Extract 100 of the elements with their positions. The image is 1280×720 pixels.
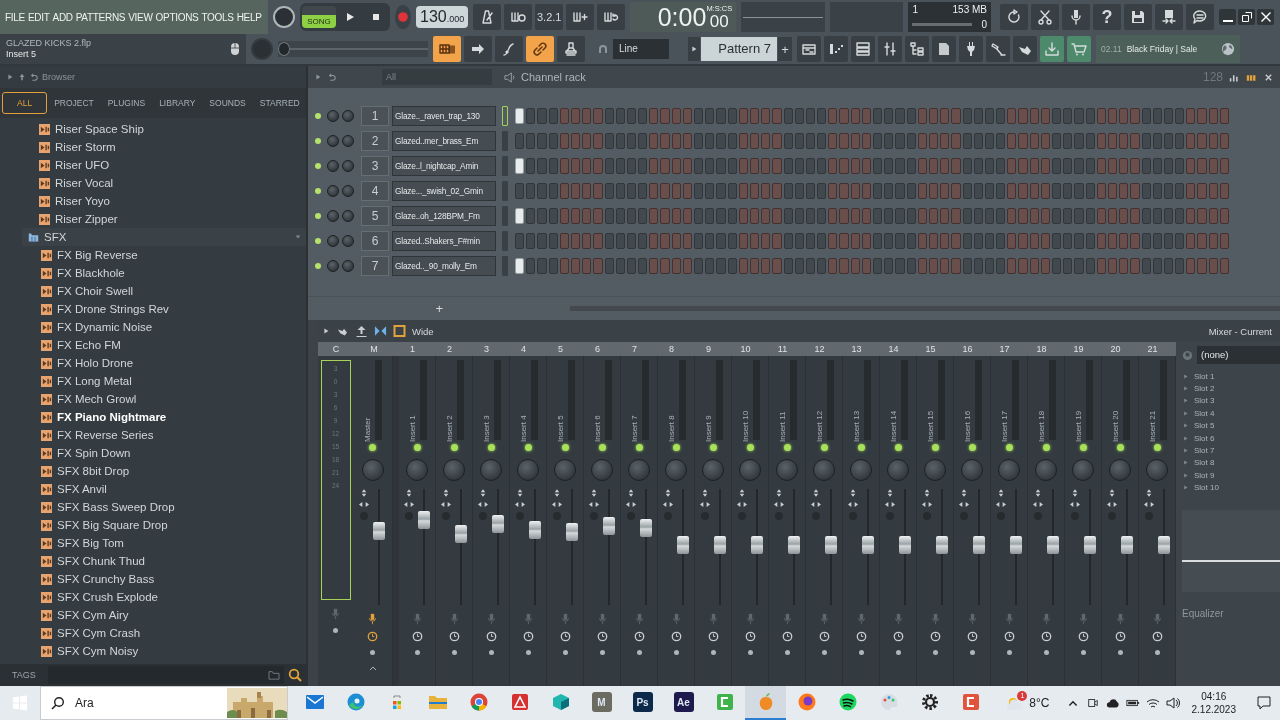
track-name[interactable]: Insert 19 — [1073, 372, 1083, 442]
browser-item[interactable]: Riser Yoyo — [0, 192, 306, 210]
mute-led[interactable] — [315, 238, 321, 244]
fader-thumb[interactable] — [861, 536, 874, 554]
mute-led[interactable] — [315, 113, 321, 119]
track-name[interactable]: Master — [363, 372, 372, 442]
channel-name-button[interactable]: Glazed..Shakers_F#min — [392, 231, 496, 251]
channel-number[interactable]: 2 — [361, 131, 389, 151]
fader-thumb[interactable] — [639, 519, 652, 537]
pattern-selector[interactable]: Pattern 7 — [701, 37, 777, 61]
track-enable-led[interactable] — [746, 444, 754, 451]
browser-item[interactable]: SFX 8bit Drop — [0, 462, 306, 480]
track-name[interactable]: Insert 15 — [925, 372, 935, 442]
fader-thumb[interactable] — [898, 536, 911, 554]
taskbar-app[interactable]: Ae — [663, 686, 704, 720]
toolbar-button[interactable] — [959, 36, 983, 62]
mixer-layout-label[interactable]: Wide — [412, 325, 434, 337]
browser-tab[interactable]: LIBRARY — [152, 92, 203, 114]
mute-led[interactable] — [315, 188, 321, 194]
routing-dropdown[interactable]: (none) — [1197, 346, 1280, 364]
mute-led[interactable] — [315, 213, 321, 219]
add-pattern-button[interactable]: + — [778, 37, 792, 61]
tempo-field[interactable]: 130.000 — [416, 6, 469, 28]
mute-led[interactable] — [315, 138, 321, 144]
effect-slot[interactable]: Slot 3 — [1182, 394, 1280, 408]
browser-item[interactable]: FX Piano Nightmare — [0, 408, 306, 426]
browser-item[interactable]: SFX Crunchy Bass — [0, 570, 306, 588]
channel-select-indicator[interactable] — [502, 106, 508, 126]
fader-thumb[interactable] — [528, 521, 541, 539]
browser-item[interactable]: FX Dynamic Noise — [0, 318, 306, 336]
track-name[interactable]: Insert 4 — [518, 372, 528, 442]
track-name[interactable]: Insert 3 — [481, 372, 491, 442]
track-name[interactable]: Insert 17 — [999, 372, 1009, 442]
track-name[interactable]: Insert 5 — [555, 372, 565, 442]
restore-button[interactable] — [1238, 9, 1255, 25]
toolbar-button[interactable] — [464, 36, 492, 62]
toolbar-button[interactable] — [495, 36, 523, 62]
toolbar-button[interactable] — [433, 36, 461, 62]
track-enable-led[interactable] — [894, 444, 902, 451]
track-enable-led[interactable] — [1005, 444, 1013, 451]
toolbar-button[interactable] — [797, 36, 821, 62]
track-enable-led[interactable] — [709, 444, 717, 451]
track-enable-led[interactable] — [524, 444, 532, 451]
browser-item[interactable]: FX Big Reverse — [0, 246, 306, 264]
effect-slot[interactable]: Slot 5 — [1182, 419, 1280, 432]
news-link[interactable]: Black Friday | Sale — [1126, 44, 1198, 54]
effect-slot[interactable]: Slot 10 — [1182, 481, 1280, 494]
fader-thumb[interactable] — [787, 536, 800, 554]
track-name[interactable]: Insert 10 — [740, 372, 750, 442]
effect-slot[interactable]: Slot 6 — [1182, 431, 1280, 445]
browser-tab[interactable]: PROJECT — [47, 92, 101, 114]
fader-thumb[interactable] — [602, 517, 615, 535]
browser-item[interactable]: SFX Big Tom — [0, 534, 306, 552]
fader-thumb[interactable] — [824, 536, 837, 554]
toolbar-button[interactable] — [473, 4, 502, 30]
fader-thumb[interactable] — [1009, 536, 1022, 554]
knob[interactable] — [273, 6, 295, 28]
browser-tab[interactable]: SOUNDS — [202, 92, 253, 114]
fader-thumb[interactable] — [676, 536, 689, 554]
fader-thumb[interactable] — [1120, 536, 1133, 554]
track-name[interactable]: Insert 7 — [629, 372, 639, 442]
track-name[interactable]: Insert 18 — [1036, 372, 1046, 442]
toolbar-button[interactable] — [1186, 4, 1214, 30]
track-enable-led[interactable] — [369, 444, 376, 451]
song-mode-toggle[interactable]: SONG — [302, 6, 336, 28]
track-enable-led[interactable] — [672, 444, 680, 451]
toolbar-button[interactable]: 3.2.1 — [535, 4, 564, 30]
browser-tab[interactable]: ALL — [2, 92, 48, 114]
channel-name-button[interactable]: Glazed..mer_brass_Em — [392, 131, 496, 151]
search-input[interactable]: Ara — [73, 695, 213, 711]
track-enable-led[interactable] — [968, 444, 976, 451]
track-name[interactable]: Insert 1 — [407, 372, 417, 442]
channel-number[interactable]: 7 — [361, 256, 389, 276]
effect-slot[interactable]: Slot 2 — [1182, 382, 1280, 395]
channel-number[interactable]: 1 — [361, 106, 389, 126]
browser-item[interactable]: FX Long Metal — [0, 372, 306, 390]
add-channel-button[interactable]: + — [308, 301, 571, 316]
fader-thumb[interactable] — [417, 511, 430, 529]
menu-item[interactable]: ADD — [52, 11, 73, 23]
fader-thumb[interactable] — [373, 522, 385, 540]
toolbar-button[interactable] — [851, 36, 875, 62]
mute-led[interactable] — [315, 263, 321, 269]
menu-item[interactable]: HELP — [236, 11, 262, 23]
fader-thumb[interactable] — [972, 536, 985, 554]
menu-item[interactable]: TOOLS — [201, 11, 234, 23]
track-name[interactable]: Insert 11 — [777, 372, 787, 442]
record-button[interactable] — [395, 5, 411, 29]
fader-thumb[interactable] — [713, 536, 726, 554]
taskbar-app[interactable]: M — [581, 686, 622, 720]
browser-item[interactable]: SFX Anvil — [0, 480, 306, 498]
track-name[interactable]: Insert 21 — [1147, 372, 1157, 442]
track-enable-led[interactable] — [1153, 444, 1161, 451]
track-enable-led[interactable] — [413, 444, 421, 451]
snap-dropdown[interactable]: Line — [613, 39, 669, 59]
search-field[interactable]: Ara — [40, 686, 288, 720]
pattern-menu-button[interactable] — [688, 37, 700, 61]
effect-slot[interactable]: Slot 1 — [1182, 370, 1280, 383]
browser-item[interactable]: Riser Zipper — [0, 210, 306, 228]
browser-item[interactable]: SFX Crush Explode — [0, 588, 306, 606]
channel-number[interactable]: 4 — [361, 181, 389, 201]
